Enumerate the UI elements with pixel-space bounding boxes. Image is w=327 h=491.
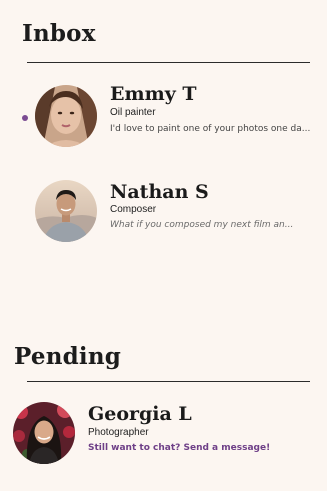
contact-name: Emmy T bbox=[110, 83, 197, 105]
contact-name: Nathan S bbox=[110, 181, 209, 203]
contact-name: Georgia L bbox=[88, 403, 192, 425]
pending-request-georgia[interactable]: Georgia L Photographer Still want to cha… bbox=[0, 400, 327, 466]
send-message-prompt[interactable]: Still want to chat? Send a message! bbox=[88, 443, 308, 453]
unread-indicator bbox=[22, 115, 28, 121]
avatar bbox=[35, 85, 97, 147]
avatar bbox=[13, 402, 75, 464]
contact-role: Photographer bbox=[88, 427, 149, 438]
inbox-title: Inbox bbox=[22, 20, 96, 47]
contact-role: Composer bbox=[110, 204, 157, 215]
pending-title: Pending bbox=[14, 343, 122, 370]
inbox-divider bbox=[27, 62, 310, 63]
avatar bbox=[35, 180, 97, 242]
message-preview: I'd love to paint one of your photos one… bbox=[110, 124, 311, 134]
conversation-nathan[interactable]: Nathan S Composer What if you composed m… bbox=[0, 178, 327, 250]
conversation-emmy[interactable]: Emmy T Oil painter I'd love to paint one… bbox=[0, 80, 327, 152]
message-preview: What if you composed my next film an... bbox=[110, 220, 294, 230]
pending-divider bbox=[27, 381, 310, 382]
contact-role: Oil painter bbox=[110, 107, 156, 118]
